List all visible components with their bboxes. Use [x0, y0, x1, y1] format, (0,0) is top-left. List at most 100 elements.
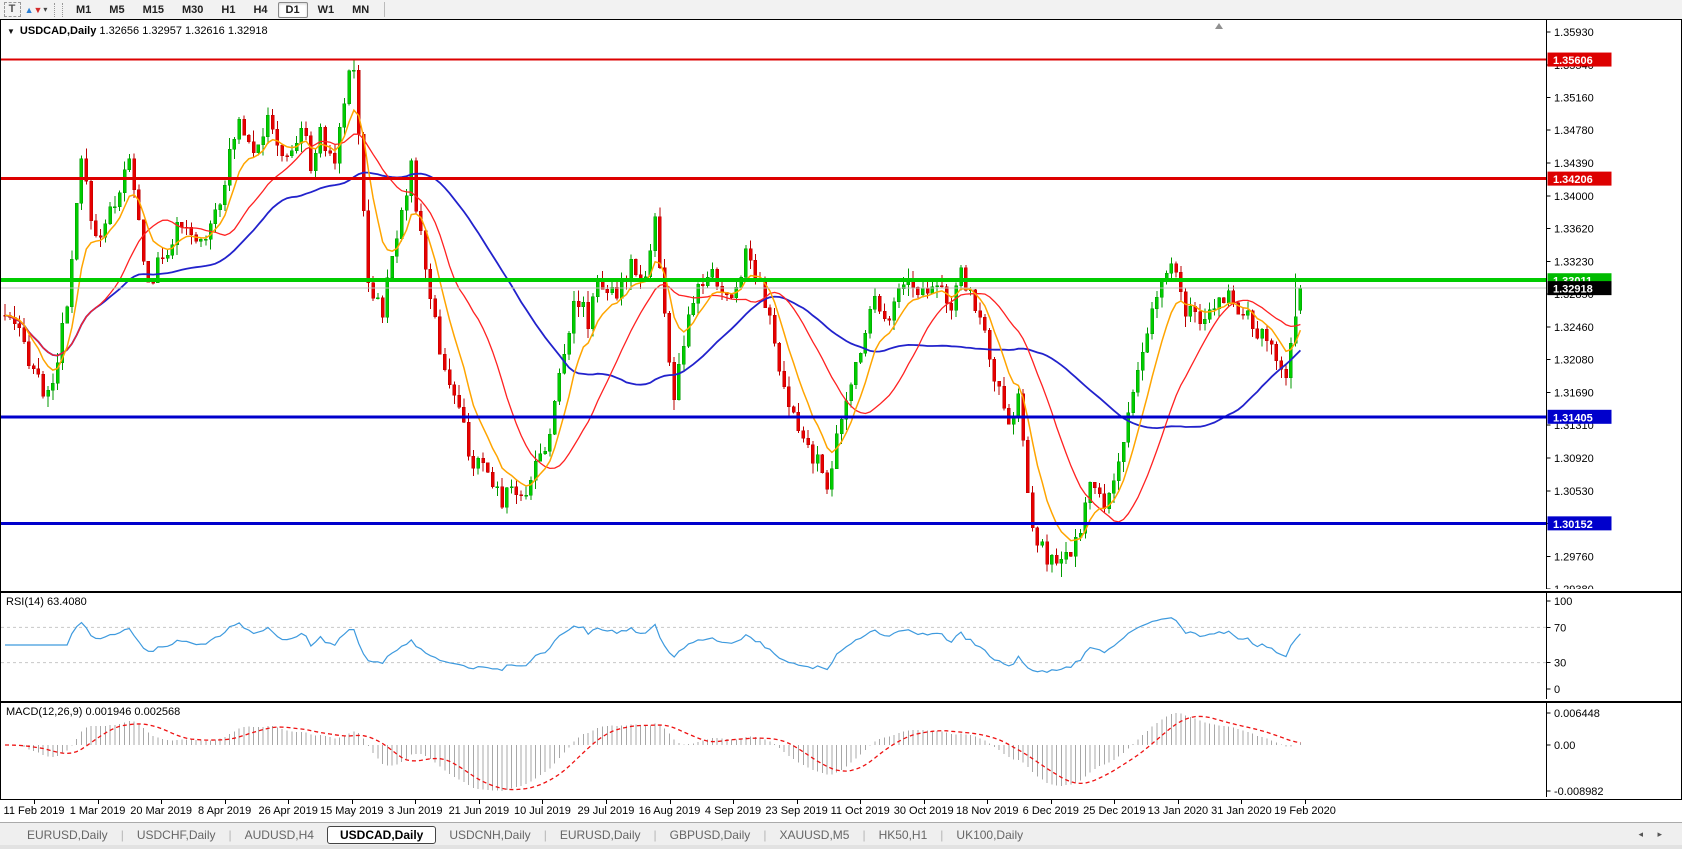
date-tick	[97, 800, 99, 804]
text-tool-glyph: T	[3, 2, 21, 17]
date-tick	[1305, 800, 1306, 804]
price-axis-tick: 1.29760	[1554, 552, 1594, 564]
price-badge: 1.32918	[1553, 284, 1593, 296]
price-axis-tick: 1.35160	[1554, 92, 1594, 104]
chart-tab-hk50-h1[interactable]: HK50,H1	[866, 826, 941, 844]
timeframe-button-h4[interactable]: H4	[245, 2, 275, 18]
collapse-indicator-icon[interactable]: ▼	[7, 27, 15, 36]
chart-header[interactable]: ▼ USDCAD,Daily 1.32656 1.32957 1.32616 1.…	[7, 25, 268, 37]
toolbar-grip[interactable]	[54, 2, 63, 17]
timeframe-button-m1[interactable]: M1	[68, 2, 99, 18]
macd-indicator-panel[interactable]: 0.006448 0.00 -0.008982 MACD(12,26,9) 0.00…	[0, 702, 1682, 800]
timeframe-button-mn[interactable]: MN	[344, 2, 377, 18]
timeframe-button-d1[interactable]: D1	[277, 1, 308, 18]
date-tick	[542, 800, 544, 804]
down-arrow-icon: ▼	[33, 4, 43, 15]
date-axis-label: 10 Jul 2019	[513, 805, 571, 817]
chart-tab-eurusd-daily[interactable]: EURUSD,Daily	[547, 826, 654, 844]
date-axis[interactable]: 11 Feb 2019 1 Mar 2019 20 Mar 2019 8 Apr 20…	[0, 800, 1682, 822]
date-axis-label: 30 Oct 2019	[893, 805, 954, 817]
chart-tab-audusd-h4[interactable]: AUDUSD,H4	[232, 826, 327, 844]
date-tick	[987, 800, 989, 804]
price-axis-tick: 1.33620	[1554, 223, 1594, 235]
date-tick	[351, 800, 353, 804]
price-axis-tick: 1.34780	[1554, 125, 1594, 137]
up-arrow-icon: ▲	[24, 4, 34, 15]
rsi-axis-tick: 100	[1554, 596, 1572, 608]
date-axis-label: 26 Apr 2019	[258, 805, 318, 817]
date-axis-label: 3 Jun 2019	[388, 805, 443, 817]
date-axis-label: 1 Mar 2019	[69, 805, 126, 817]
date-axis-label: 11 Feb 2019	[3, 805, 65, 817]
price-axis-tick: 1.30920	[1554, 453, 1594, 465]
date-tick	[605, 800, 607, 804]
date-tick	[478, 800, 480, 804]
rsi-indicator-panel[interactable]: 100 70 30 0 RSI(14) 63.4080	[0, 592, 1682, 702]
trading-terminal-window: T ▲▼ ▾ M1M5M15M30H1H4D1W1MN 1.359301.355…	[0, 0, 1682, 849]
price-badge: 1.31405	[1553, 412, 1593, 424]
price-axis-tick: 1.34390	[1554, 158, 1594, 170]
timeframe-button-w1[interactable]: W1	[310, 2, 343, 18]
price-axis-tick: 1.33230	[1554, 257, 1594, 269]
price-axis-tick: 1.34000	[1554, 191, 1594, 203]
main-chart-canvas[interactable]: 1.359301.355401.351601.347801.343901.340…	[1, 20, 1681, 589]
date-tick	[288, 800, 290, 804]
date-axis-label: 15 May 2019	[319, 805, 384, 817]
date-axis-label: 8 Apr 2019	[198, 805, 252, 817]
date-tick	[733, 800, 735, 804]
price-badge: 1.30152	[1553, 519, 1593, 531]
dropdown-caret-icon[interactable]: ▾	[43, 5, 47, 14]
chart-tab-xauusd-m5[interactable]: XAUUSD,M5	[766, 826, 862, 844]
rsi-axis-tick: 30	[1554, 658, 1566, 670]
date-axis-label: 29 Jul 2019	[577, 805, 635, 817]
date-axis-label: 11 Oct 2019	[830, 805, 890, 817]
date-axis-label: 6 Dec 2019	[1022, 805, 1079, 817]
date-axis-label: 21 Jun 2019	[448, 805, 510, 817]
rsi-axis-tick: 0	[1554, 684, 1560, 696]
date-tick	[224, 800, 226, 804]
date-axis-label: 31 Jan 2020	[1211, 805, 1272, 817]
date-axis-label: 13 Jan 2020	[1147, 805, 1209, 817]
date-axis-label: 20 Mar 2019	[130, 805, 192, 817]
chart-tab-eurusd-daily[interactable]: EURUSD,Daily	[14, 826, 121, 844]
main-chart-panel[interactable]: 1.359301.355401.351601.347801.343901.340…	[0, 19, 1682, 592]
text-label-tool-icon[interactable]: T	[2, 2, 22, 17]
price-axis-tick: 1.31690	[1554, 388, 1594, 400]
date-tick	[1177, 800, 1179, 804]
macd-axis-tick: 0.00	[1554, 740, 1575, 752]
price-badge: 1.35606	[1553, 55, 1593, 67]
macd-axis-tick: -0.008982	[1554, 786, 1604, 797]
tab-scroll-arrows[interactable]: ◂ ▸	[1638, 829, 1668, 840]
timeframe-button-h1[interactable]: H1	[213, 2, 243, 18]
chart-tab-uk100-daily[interactable]: UK100,Daily	[943, 826, 1036, 844]
date-tick	[860, 800, 862, 804]
top-toolbar: T ▲ ▼ ▾ M1 M5 M15 M30 H1 H4 D1 W1 MN	[0, 0, 1682, 20]
date-tick	[1114, 800, 1116, 804]
macd-label: MACD(12,26,9) 0.001946 0.002568	[6, 706, 181, 718]
price-axis-tick: 1.35930	[1554, 27, 1594, 39]
date-axis-label: 4 Sep 2019	[704, 805, 762, 817]
timeframe-button-m5[interactable]: M5	[101, 2, 132, 18]
date-tick	[415, 800, 417, 804]
rsi-label: RSI(14) 63.4080	[6, 596, 87, 608]
arrange-charts-icon[interactable]: ▲ ▼ ▾	[24, 2, 48, 17]
chart-tab-usdcad-daily[interactable]: USDCAD,Daily	[326, 825, 437, 844]
date-tick	[669, 800, 671, 804]
date-tick	[34, 800, 35, 804]
window-bottom-strip	[0, 845, 1682, 849]
chart-tab-usdchf-daily[interactable]: USDCHF,Daily	[124, 826, 229, 844]
chart-tab-gbpusd-daily[interactable]: GBPUSD,Daily	[657, 826, 764, 844]
date-axis-label: 25 Dec 2019	[1083, 805, 1146, 817]
chart-tab-usdcnh-daily[interactable]: USDCNH,Daily	[436, 826, 543, 844]
date-tick	[1241, 800, 1243, 804]
rsi-canvas[interactable]: 100 70 30 0	[1, 593, 1681, 699]
price-badge: 1.34206	[1553, 174, 1593, 186]
timeframe-button-m15[interactable]: M15	[135, 2, 172, 18]
timeframe-button-m30[interactable]: M30	[174, 2, 211, 18]
chart-tab-bar: EURUSD,Daily | USDCHF,Daily | AUDUSD,H4 USDCA…	[0, 822, 1682, 846]
date-tick	[161, 800, 163, 804]
toolbar-separator	[384, 2, 386, 17]
price-axis-tick: 1.29380	[1554, 584, 1594, 589]
macd-canvas[interactable]: 0.006448 0.00 -0.008982	[1, 703, 1681, 797]
date-tick	[923, 800, 925, 804]
